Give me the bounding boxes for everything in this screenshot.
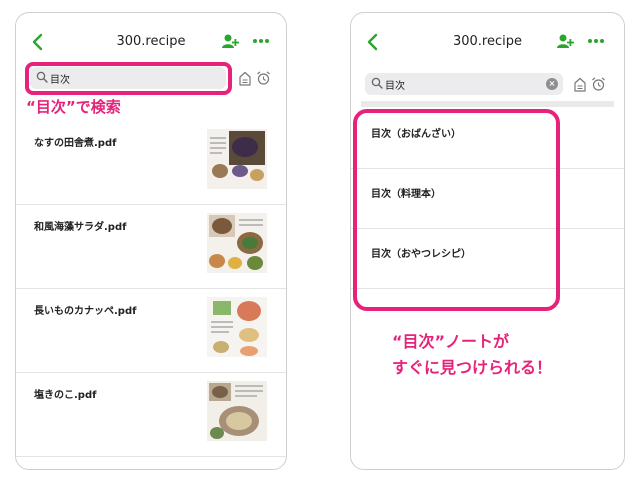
search-input[interactable] xyxy=(50,68,200,88)
add-user-icon[interactable] xyxy=(556,33,574,49)
note-thumbnail xyxy=(207,297,267,357)
top-bar: 300.recipe xyxy=(16,13,286,69)
result-title: 目次（料理本） xyxy=(371,189,441,200)
back-chevron-icon[interactable] xyxy=(30,32,46,52)
more-dots-icon[interactable] xyxy=(587,33,605,49)
clear-icon[interactable]: × xyxy=(546,78,558,90)
tag-icon[interactable] xyxy=(238,71,252,86)
alarm-clock-icon[interactable] xyxy=(256,70,271,86)
note-list-item[interactable]: なすの田舎煮.pdf xyxy=(16,121,286,205)
search-annotation: “目次”で検索 xyxy=(26,98,121,116)
note-title: 和風海藻サラダ.pdf xyxy=(34,222,127,233)
results-annotation-line2: すぐに見つけられる！ xyxy=(392,358,553,377)
note-title: 塩きのこ.pdf xyxy=(34,390,97,401)
search-field[interactable]: × xyxy=(365,73,563,95)
search-result-item[interactable]: 目次（おやつレシピ） xyxy=(351,229,624,289)
top-bar: 300.recipe xyxy=(351,13,624,69)
note-thumbnail xyxy=(207,129,267,189)
more-dots-icon[interactable] xyxy=(252,33,270,49)
notebook-title: 300.recipe xyxy=(452,34,522,49)
result-title: 目次（おばんざい） xyxy=(371,129,461,140)
result-title: 目次（おやつレシピ） xyxy=(371,249,471,260)
note-thumbnail xyxy=(207,213,267,273)
search-result-item[interactable]: 目次（おばんざい） xyxy=(351,109,624,169)
search-input[interactable] xyxy=(385,74,535,94)
search-icon xyxy=(36,71,48,83)
left-phone-screen: 300.recipe なすの田舎煮.pdf xyxy=(15,12,287,470)
search-field[interactable] xyxy=(30,67,226,89)
right-phone-screen: 300.recipe × 目次（おばんざい） 目次（料理本） xyxy=(350,12,625,470)
note-list-item[interactable]: 長いものカナッペ.pdf xyxy=(16,289,286,373)
add-user-icon[interactable] xyxy=(221,33,239,49)
alarm-clock-icon[interactable] xyxy=(591,76,606,92)
note-list-item[interactable]: 和風海藻サラダ.pdf xyxy=(16,205,286,289)
note-list-item[interactable]: 塩きのこ.pdf xyxy=(16,373,286,457)
notebook-title: 300.recipe xyxy=(116,34,186,49)
search-icon xyxy=(371,77,383,89)
tag-icon[interactable] xyxy=(573,77,587,92)
note-title: なすの田舎煮.pdf xyxy=(34,138,117,149)
note-title: 長いものカナッペ.pdf xyxy=(34,306,137,317)
results-annotation-line1: “目次”ノートが xyxy=(392,332,510,351)
back-chevron-icon[interactable] xyxy=(365,32,381,52)
results-divider xyxy=(361,101,614,107)
note-thumbnail xyxy=(207,381,267,441)
search-result-item[interactable]: 目次（料理本） xyxy=(351,169,624,229)
